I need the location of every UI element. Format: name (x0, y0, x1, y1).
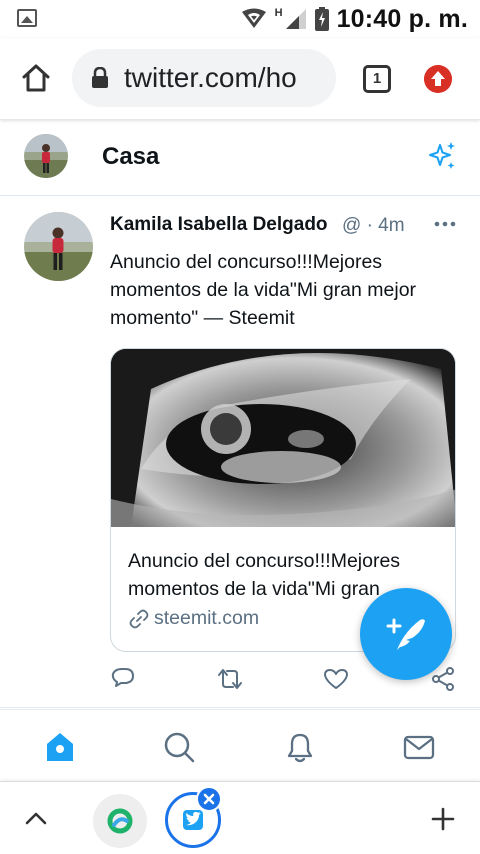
browser-toolbar: twitter.com/ho 1 (0, 38, 480, 120)
retweet-icon[interactable] (217, 666, 243, 692)
app-shortcut-bubble[interactable] (93, 794, 147, 848)
tab-switcher-button[interactable]: 1 (363, 65, 391, 93)
page-title: Casa (102, 143, 160, 170)
image-notification-icon (17, 9, 37, 27)
address-bar[interactable]: twitter.com/ho (72, 49, 336, 107)
network-type-label: H (274, 7, 283, 19)
messages-icon[interactable] (402, 730, 436, 764)
url-text: twitter.com/ho (124, 62, 297, 93)
like-icon[interactable] (323, 666, 349, 692)
signal-icon (285, 9, 306, 29)
browser-bottom-bar (0, 781, 480, 854)
bottom-navigation (0, 709, 480, 781)
link-icon (129, 609, 149, 628)
close-bubble-button[interactable] (196, 786, 222, 812)
compose-tweet-button[interactable] (360, 588, 452, 680)
battery-icon (314, 7, 329, 31)
avatar[interactable] (24, 134, 68, 178)
tweet-text: Anuncio del concurso!!!Mejores momentos … (110, 251, 417, 329)
tweet-author-name[interactable]: Kamila Isabella Delgado (110, 214, 328, 236)
app-logo-icon (107, 808, 133, 834)
update-icon[interactable] (424, 65, 452, 93)
status-bar-right: H 10:40 p. m. (241, 4, 468, 34)
tweet-handle-time[interactable]: @ · 4m (342, 215, 405, 237)
search-icon[interactable] (162, 730, 196, 764)
reply-icon[interactable] (110, 666, 136, 692)
clock: 10:40 p. m. (336, 4, 468, 33)
vpn-icon (241, 8, 266, 28)
home-icon[interactable] (20, 62, 52, 94)
sparkle-icon[interactable] (427, 140, 459, 172)
author-avatar[interactable] (24, 212, 93, 281)
timeline-header: Casa (0, 121, 480, 196)
close-icon (203, 793, 215, 805)
notifications-icon[interactable] (283, 730, 317, 764)
new-tab-icon[interactable] (430, 806, 456, 832)
card-domain: steemit.com (129, 607, 259, 630)
compose-feather-icon (386, 618, 425, 650)
home-icon[interactable] (43, 730, 77, 764)
status-bar: H 10:40 p. m. (0, 0, 480, 38)
chevron-up-icon[interactable] (22, 806, 50, 830)
card-domain-text: steemit.com (154, 607, 260, 629)
lock-icon (92, 67, 108, 88)
more-options-icon[interactable] (433, 214, 457, 234)
card-image (111, 349, 455, 527)
